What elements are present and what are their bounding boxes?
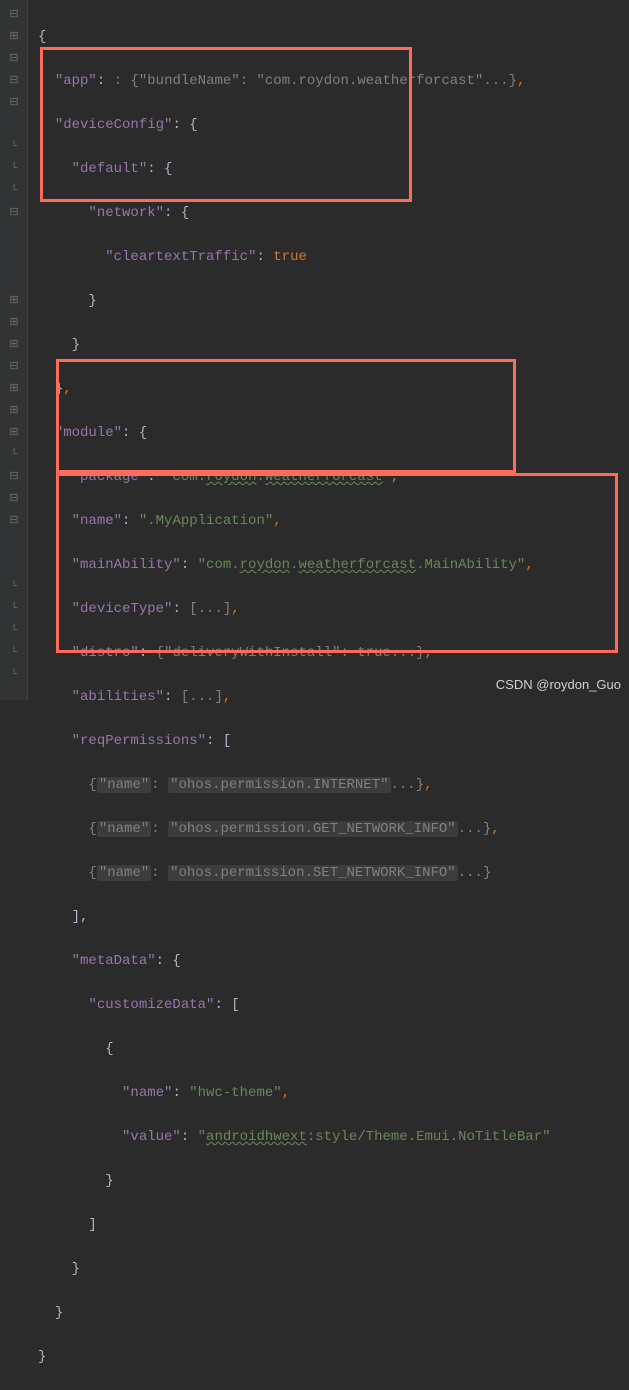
code-line: "module": { — [38, 422, 629, 444]
fold-icon — [0, 246, 28, 268]
code-line: } — [38, 334, 629, 356]
fold-icon[interactable]: └ — [0, 642, 28, 664]
code-line: } — [38, 290, 629, 312]
code-line: "cleartextTraffic": true — [38, 246, 629, 268]
fold-icon[interactable]: └ — [0, 598, 28, 620]
code-line: "name": ".MyApplication", — [38, 510, 629, 532]
code-line: "distro": {"deliveryWithInstall": true..… — [38, 642, 629, 664]
fold-icon[interactable]: ⊟ — [0, 48, 28, 70]
code-line: "package": "com.roydon.weatherforcast", — [38, 466, 629, 488]
fold-icon[interactable]: ⊞ — [0, 290, 28, 312]
fold-icon[interactable]: ⊟ — [0, 356, 28, 378]
code-line: { — [38, 1038, 629, 1060]
code-line: "deviceType": [...], — [38, 598, 629, 620]
fold-icon — [0, 268, 28, 290]
code-line: "value": "androidhwext:style/Theme.Emui.… — [38, 1126, 629, 1148]
code-line: }, — [38, 378, 629, 400]
code-line: "default": { — [38, 158, 629, 180]
code-line: "app": : {"bundleName": "com.roydon.weat… — [38, 70, 629, 92]
code-line: "reqPermissions": [ — [38, 730, 629, 752]
fold-icon[interactable]: └ — [0, 444, 28, 466]
code-line: "metaData": { — [38, 950, 629, 972]
fold-icon[interactable]: └ — [0, 620, 28, 642]
code-line: {"name": "ohos.permission.GET_NETWORK_IN… — [38, 818, 629, 840]
fold-icon[interactable]: ⊟ — [0, 4, 28, 26]
code-line: {"name": "ohos.permission.SET_NETWORK_IN… — [38, 862, 629, 884]
fold-icon[interactable]: ⊟ — [0, 92, 28, 114]
code-line: "mainAbility": "com.roydon.weatherforcas… — [38, 554, 629, 576]
fold-icon — [0, 114, 28, 136]
fold-icon[interactable]: ⊞ — [0, 378, 28, 400]
code-line: } — [38, 1346, 629, 1368]
fold-icon[interactable]: ⊞ — [0, 400, 28, 422]
fold-icon[interactable]: ⊟ — [0, 510, 28, 532]
fold-icon — [0, 532, 28, 554]
fold-icon[interactable]: ⊞ — [0, 26, 28, 48]
fold-icon[interactable]: ⊟ — [0, 488, 28, 510]
code-line: } — [38, 1302, 629, 1324]
code-line: } — [38, 1170, 629, 1192]
fold-icon[interactable]: └ — [0, 158, 28, 180]
fold-icon[interactable]: ⊟ — [0, 202, 28, 224]
fold-icon[interactable]: └ — [0, 664, 28, 686]
fold-icon — [0, 224, 28, 246]
fold-icon[interactable]: ⊞ — [0, 334, 28, 356]
code-line: "name": "hwc-theme", — [38, 1082, 629, 1104]
fold-icon[interactable]: └ — [0, 180, 28, 202]
watermark-text: CSDN @roydon_Guo — [496, 674, 621, 696]
fold-icon[interactable]: └ — [0, 136, 28, 158]
code-line: ], — [38, 906, 629, 928]
code-line: { — [38, 26, 629, 48]
fold-icon[interactable]: └ — [0, 576, 28, 598]
code-line: } — [38, 1258, 629, 1280]
fold-icon[interactable]: ⊟ — [0, 466, 28, 488]
fold-icon[interactable]: ⊟ — [0, 70, 28, 92]
code-line: "network": { — [38, 202, 629, 224]
code-line: "deviceConfig": { — [38, 114, 629, 136]
fold-icon — [0, 554, 28, 576]
editor-gutter: ⊟ ⊞ ⊟ ⊟ ⊟ └ └ └ ⊟ ⊞ ⊞ ⊞ ⊟ ⊞ ⊞ ⊞ └ ⊟ ⊟ ⊟ … — [0, 0, 28, 700]
code-line: "customizeData": [ — [38, 994, 629, 1016]
fold-icon[interactable]: ⊞ — [0, 422, 28, 444]
fold-icon[interactable]: ⊞ — [0, 312, 28, 334]
code-line: {"name": "ohos.permission.INTERNET"...}, — [38, 774, 629, 796]
code-line: ] — [38, 1214, 629, 1236]
